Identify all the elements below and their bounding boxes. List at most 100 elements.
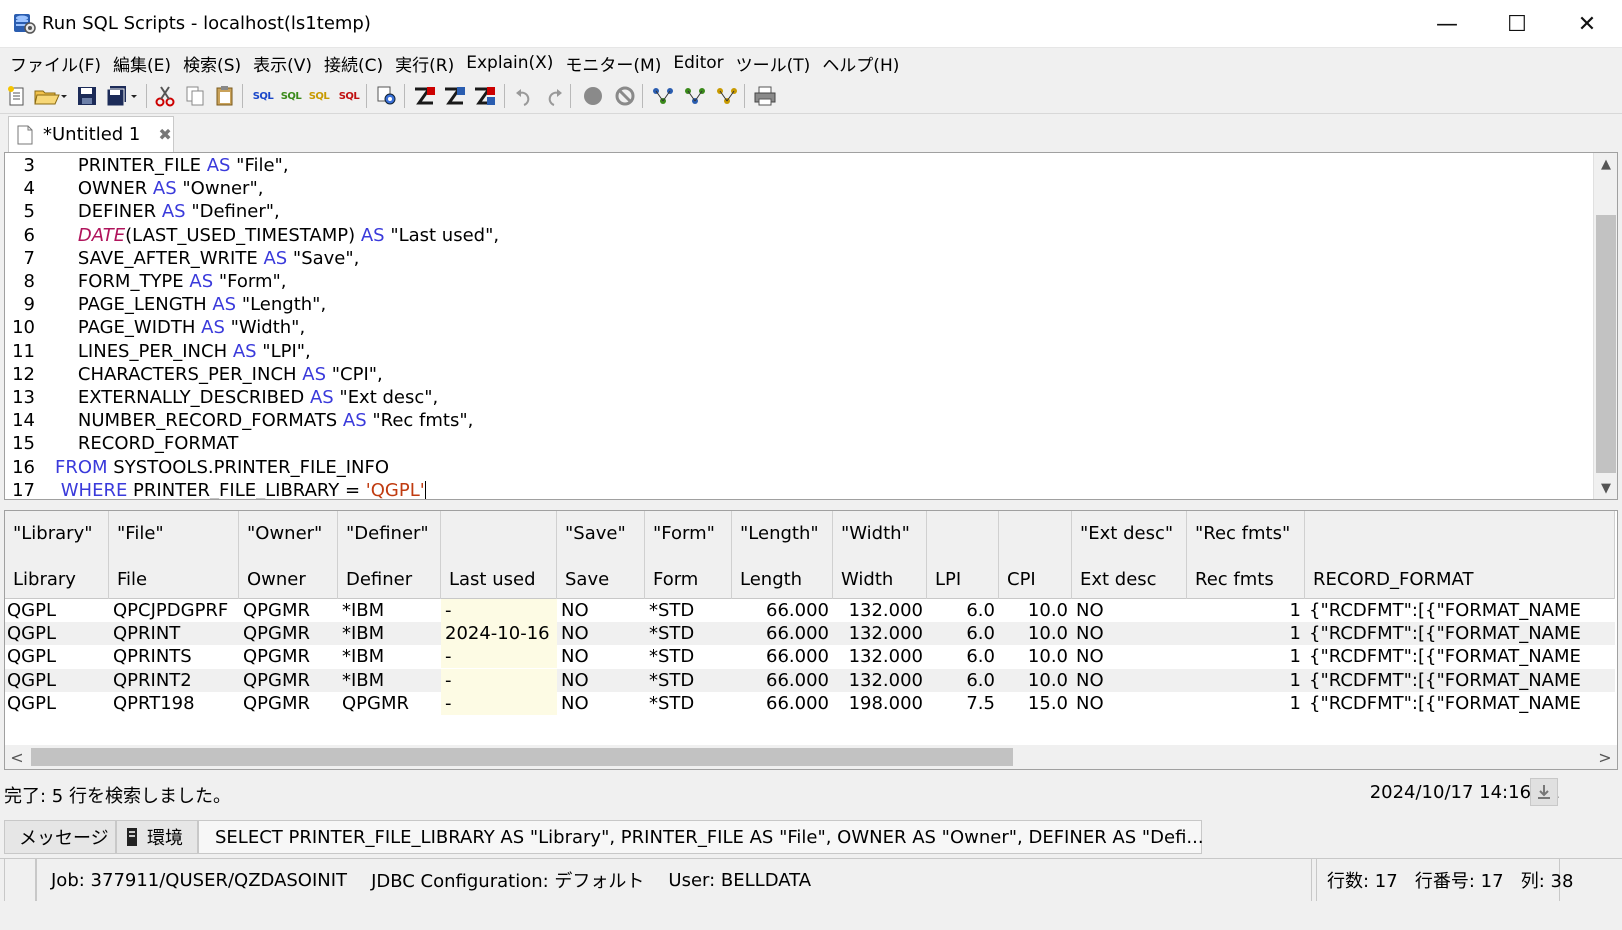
results-grid[interactable]: "Library" Library "File" File "Owner" Owner "D…	[4, 510, 1618, 770]
scroll-thumb[interactable]	[1596, 215, 1616, 473]
menu-file[interactable]: ファイル(F)	[4, 51, 107, 76]
table-cell[interactable]: 66.000	[732, 645, 833, 668]
column-header[interactable]: "Save" Save	[557, 511, 645, 599]
table-cell[interactable]: NO	[557, 599, 645, 622]
table-cell[interactable]: QPGMR	[239, 692, 338, 715]
tab-environment[interactable]: 環境	[116, 820, 198, 854]
column-header[interactable]: "Ext desc" Ext desc	[1072, 511, 1187, 599]
column-header[interactable]: RECORD_FORMAT	[1305, 511, 1615, 599]
column-header[interactable]: Last used	[441, 511, 557, 599]
code-line[interactable]: 4 OWNER AS "Owner",	[5, 178, 1545, 201]
table-row[interactable]: QGPL QPRT198 QPGMR QPGMR - NO *STD 66.000 198.00…	[5, 691, 1615, 715]
column-header[interactable]: "Definer" Definer	[338, 511, 441, 599]
table-cell[interactable]: -	[441, 691, 557, 715]
menu-run[interactable]: 実行(R)	[389, 51, 460, 76]
table-cell[interactable]: QPRINTS	[109, 645, 239, 668]
table-cell[interactable]: NO	[1072, 692, 1187, 715]
editor-vertical-scrollbar[interactable]: ▲ ▼	[1593, 153, 1617, 499]
table-cell[interactable]: 6.0	[927, 669, 999, 692]
code-line[interactable]: 11 LINES_PER_INCH AS "LPI",	[5, 341, 1545, 364]
undo-icon[interactable]	[512, 83, 538, 109]
code-line[interactable]: 17 WHERE PRINTER_FILE_LIBRARY = 'QGPL'	[5, 480, 1545, 499]
table-cell[interactable]: QPRINT	[109, 622, 239, 645]
table-cell[interactable]: 10.0	[999, 669, 1072, 692]
table-cell[interactable]: QPCJPDGPRF	[109, 599, 239, 622]
table-cell[interactable]: QGPL	[5, 692, 109, 715]
table-cell[interactable]: *STD	[645, 599, 732, 622]
run-all-icon[interactable]: SQL	[250, 83, 276, 109]
table-cell[interactable]: QPRINT2	[109, 669, 239, 692]
table-cell[interactable]: 10.0	[999, 622, 1072, 645]
table-cell[interactable]: QGPL	[5, 599, 109, 622]
connect-icon[interactable]	[650, 83, 676, 109]
menu-view[interactable]: 表示(V)	[247, 51, 318, 76]
settings-icon[interactable]	[374, 83, 400, 109]
new-script-icon[interactable]	[4, 83, 30, 109]
menu-tools[interactable]: ツール(T)	[730, 51, 817, 76]
table-cell[interactable]: 66.000	[732, 692, 833, 715]
table-cell[interactable]: -	[441, 599, 557, 622]
tab-statement-result[interactable]: SELECT PRINTER_FILE_LIBRARY AS "Library"…	[198, 820, 1204, 854]
sql-editor[interactable]: 3 PRINTER_FILE AS "File", 4 OWNER AS "Own…	[4, 152, 1618, 500]
table-cell[interactable]: NO	[557, 669, 645, 692]
table-cell[interactable]: {"RCDFMT":[{"FORMAT_NAME	[1305, 622, 1615, 645]
table-row[interactable]: QGPL QPRINT2 QPGMR *IBM - NO *STD 66.000 132.000…	[5, 668, 1615, 692]
close-button[interactable]: ✕	[1552, 0, 1622, 48]
table-cell[interactable]: 66.000	[732, 669, 833, 692]
table-cell[interactable]: QPGMR	[239, 645, 338, 668]
table-cell[interactable]: {"RCDFMT":[{"FORMAT_NAME	[1305, 599, 1615, 622]
save-icon[interactable]	[74, 83, 100, 109]
table-cell[interactable]: 66.000	[732, 599, 833, 622]
save-all-icon[interactable]	[104, 83, 140, 109]
table-row[interactable]: QGPL QPRINT QPGMR *IBM 2024-10-16 NO *STD 66.00…	[5, 622, 1615, 646]
minimize-button[interactable]: —	[1412, 0, 1482, 48]
table-cell[interactable]: QPGMR	[338, 692, 441, 715]
table-cell[interactable]: *IBM	[338, 645, 441, 668]
code-line[interactable]: 10 PAGE_WIDTH AS "Width",	[5, 317, 1545, 340]
table-cell[interactable]: NO	[1072, 669, 1187, 692]
run-from-selected-icon[interactable]: SQL	[278, 83, 304, 109]
code-line[interactable]: 8 FORM_TYPE AS "Form",	[5, 271, 1545, 294]
code-line[interactable]: 3 PRINTER_FILE AS "File",	[5, 155, 1545, 178]
reconnect-icon[interactable]	[682, 83, 708, 109]
column-header[interactable]: "Library" Library	[5, 511, 109, 599]
menu-help[interactable]: ヘルプ(H)	[816, 51, 905, 76]
column-header[interactable]: "Owner" Owner	[239, 511, 338, 599]
table-cell[interactable]: {"RCDFMT":[{"FORMAT_NAME	[1305, 692, 1615, 715]
table-cell[interactable]: *IBM	[338, 669, 441, 692]
explain-icon[interactable]	[412, 83, 438, 109]
cut-icon[interactable]	[152, 83, 178, 109]
print-icon[interactable]	[752, 83, 778, 109]
menu-editor[interactable]: Editor	[667, 53, 729, 73]
column-header[interactable]: "Form" Form	[645, 511, 732, 599]
table-cell[interactable]: 10.0	[999, 645, 1072, 668]
table-cell[interactable]: -	[441, 645, 557, 669]
code-line[interactable]: 6 DATE(LAST_USED_TIMESTAMP) AS "Last use…	[5, 225, 1545, 248]
scroll-right-icon[interactable]: >	[1593, 745, 1617, 769]
table-cell[interactable]: NO	[557, 645, 645, 668]
code-line[interactable]: 13 EXTERNALLY_DESCRIBED AS "Ext desc",	[5, 387, 1545, 410]
redo-icon[interactable]	[540, 83, 566, 109]
cancel-icon[interactable]	[612, 83, 638, 109]
table-cell[interactable]: 1	[1187, 692, 1305, 715]
table-row[interactable]: QGPL QPCJPDGPRF QPGMR *IBM - NO *STD 66.000 132.…	[5, 599, 1615, 622]
run-script-icon[interactable]: SQL	[336, 83, 362, 109]
copy-icon[interactable]	[182, 83, 208, 109]
tab-untitled-1[interactable]: *Untitled 1 ✖	[8, 116, 174, 152]
table-cell[interactable]: 132.000	[833, 622, 927, 645]
table-cell[interactable]: NO	[557, 692, 645, 715]
menu-search[interactable]: 検索(S)	[177, 51, 247, 76]
table-cell[interactable]: 1	[1187, 622, 1305, 645]
table-cell[interactable]: 132.000	[833, 669, 927, 692]
column-header[interactable]: "Width" Width	[833, 511, 927, 599]
results-horizontal-scrollbar[interactable]: < >	[5, 745, 1617, 769]
close-tab-icon[interactable]: ✖	[158, 125, 171, 144]
run-selected-icon[interactable]: SQL	[306, 83, 332, 109]
column-header[interactable]: "File" File	[109, 511, 239, 599]
column-header[interactable]: CPI	[999, 511, 1072, 599]
menu-edit[interactable]: 編集(E)	[107, 51, 177, 76]
column-header[interactable]: "Rec fmts" Rec fmts	[1187, 511, 1305, 599]
table-cell[interactable]: 1	[1187, 599, 1305, 622]
table-cell[interactable]: 7.5	[927, 692, 999, 715]
visual-explain-icon[interactable]	[442, 83, 468, 109]
